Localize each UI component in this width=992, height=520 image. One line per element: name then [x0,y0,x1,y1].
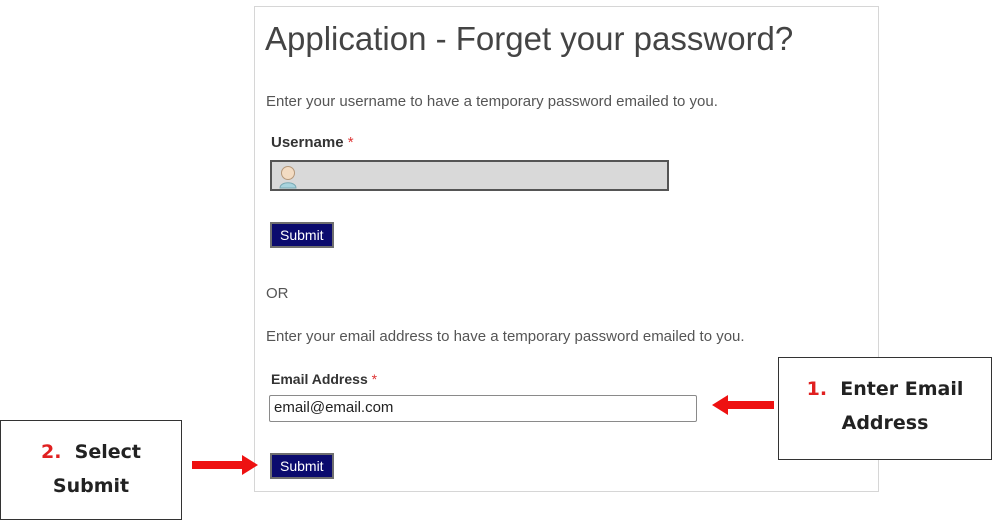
email-label-text: Email Address [271,371,368,387]
arrow-icon [192,455,258,475]
username-required-marker: * [347,134,354,151]
callout-enter-email-text: Enter Email [840,378,964,400]
arrow-icon [712,395,774,415]
email-submit-button[interactable]: Submit [270,453,334,479]
callout-enter-email-number: 1. [806,378,828,400]
email-instruction: Enter your email address to have a tempo… [266,328,745,345]
username-input[interactable] [270,160,669,191]
username-label: Username * [271,134,354,151]
callout-select-submit-line1: 2. Select [1,435,181,469]
callout-enter-email-line1: 1. Enter Email [779,372,991,406]
stage: Application - Forget your password? Ente… [0,0,992,520]
callout-select-submit-number: 2. [40,441,62,463]
username-submit-button[interactable]: Submit [270,222,334,248]
callout-select-submit-line2: Submit [52,475,130,497]
email-input[interactable]: email@email.com [269,395,697,422]
username-label-text: Username [271,134,344,151]
or-separator: OR [266,285,289,302]
user-icon [279,166,297,189]
email-label: Email Address * [271,371,377,387]
callout-select-submit-text: Select [74,441,141,463]
callout-select-submit: 2. Select Submit [0,420,182,520]
username-instruction: Enter your username to have a temporary … [266,93,718,110]
page-title: Application - Forget your password? [265,20,794,57]
email-required-marker: * [371,371,378,387]
callout-enter-email-line2: Address [841,412,929,434]
callout-enter-email: 1. Enter Email Address [778,357,992,460]
